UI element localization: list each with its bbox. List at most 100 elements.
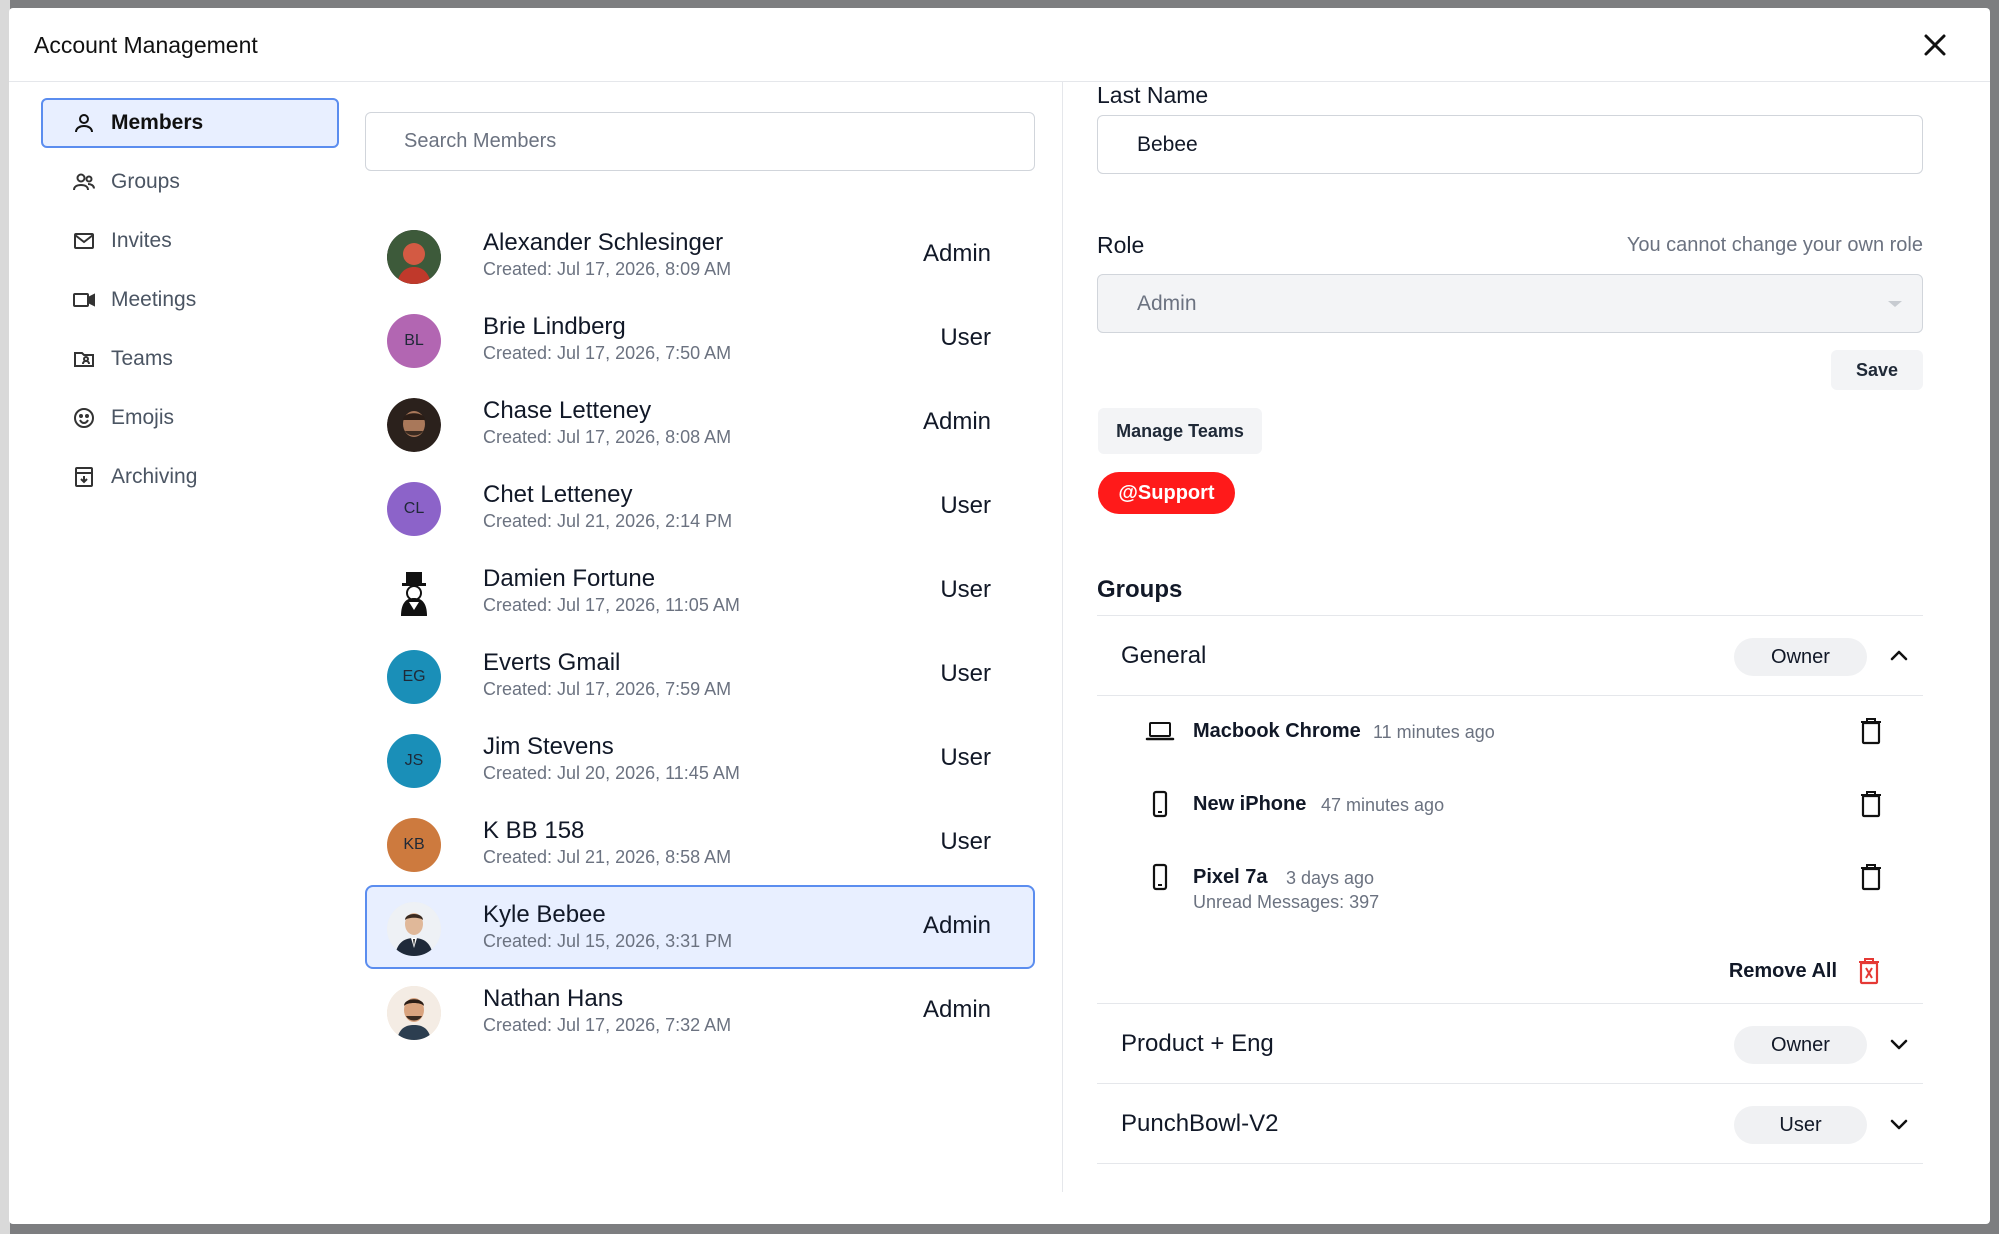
member-name: Everts Gmail: [483, 649, 621, 676]
device-item: New iPhone 47 minutes ago: [1145, 785, 1885, 829]
member-created: Created: Jul 17, 2026, 7:32 AM: [483, 1015, 732, 1035]
member-row[interactable]: Alexander Schlesinger Created: Jul 17, 2…: [365, 213, 1035, 297]
avatar: [387, 566, 441, 620]
member-row[interactable]: Chase Letteney Created: Jul 17, 2026, 8:…: [365, 381, 1035, 465]
panel-divider: [1062, 82, 1063, 1192]
member-row[interactable]: EG Everts Gmail Created: Jul 17, 2026, 7…: [365, 633, 1035, 717]
member-name: Brie Lindberg: [483, 313, 626, 340]
sidebar-item-label: Archiving: [111, 465, 198, 488]
chevron-up-icon[interactable]: [1887, 644, 1911, 668]
member-created: Created: Jul 20, 2026, 11:45 AM: [483, 763, 740, 783]
member-role: Admin: [922, 408, 991, 435]
trash-icon[interactable]: [1857, 862, 1885, 892]
sidebar-item-emojis[interactable]: Emojis: [41, 393, 339, 443]
sidebar-item-archiving[interactable]: Archiving: [41, 452, 339, 502]
device-name: New iPhone: [1193, 793, 1307, 815]
trash-x-icon[interactable]: [1855, 956, 1883, 986]
member-row[interactable]: CL Chet Letteney Created: Jul 21, 2026, …: [365, 465, 1035, 549]
member-detail-panel: Last Name Bebee Role You cannot change y…: [1097, 82, 1923, 1198]
envelope-icon: [71, 228, 97, 254]
group-devices-panel: Macbook Chrome 11 minutes ago New iPhone…: [1097, 696, 1923, 1004]
group-role-badge: User: [1734, 1106, 1867, 1144]
member-name: Damien Fortune: [483, 565, 656, 592]
avatar: EG: [387, 650, 441, 704]
sidebar-item-groups[interactable]: Groups: [41, 157, 339, 207]
person-icon: [71, 110, 97, 136]
avatar: CL: [387, 482, 441, 536]
role-select-value: Admin: [1137, 291, 1197, 315]
avatar-initials: JS: [404, 752, 424, 769]
member-created: Created: Jul 21, 2026, 2:14 PM: [483, 511, 733, 531]
member-created: Created: Jul 15, 2026, 3:31 PM: [483, 931, 733, 951]
avatar-initials: BL: [404, 332, 424, 349]
device-item: Macbook Chrome 11 minutes ago: [1145, 712, 1885, 756]
group-role-badge: Owner: [1734, 638, 1867, 676]
last-name-label: Last Name: [1097, 82, 1209, 108]
avatar: [387, 398, 441, 452]
member-name: Nathan Hans: [483, 985, 624, 1012]
member-row[interactable]: Nathan Hans Created: Jul 17, 2026, 7:32 …: [365, 969, 1035, 1053]
manage-teams-button[interactable]: Manage Teams: [1098, 408, 1262, 454]
close-icon[interactable]: [1920, 30, 1950, 60]
group-row-general[interactable]: General Owner: [1097, 616, 1923, 696]
role-hint: You cannot change your own role: [1626, 234, 1923, 256]
member-row[interactable]: KB K BB 158 Created: Jul 21, 2026, 8:58 …: [365, 801, 1035, 885]
group-row-punchbowl[interactable]: PunchBowl-V2 User: [1097, 1084, 1923, 1164]
remove-all-button[interactable]: Remove All: [1729, 960, 1837, 983]
archive-box-icon: [71, 464, 97, 490]
group-name: Product + Eng: [1121, 1030, 1274, 1057]
member-name: Chase Letteney: [483, 397, 652, 424]
sidebar-item-label: Members: [111, 111, 204, 134]
device-unread-count: Unread Messages: 397: [1193, 892, 1380, 912]
device-last-seen: 47 minutes ago: [1321, 795, 1445, 815]
member-name: Kyle Bebee: [483, 901, 606, 928]
member-role: User: [940, 660, 991, 687]
sidebar-item-meetings[interactable]: Meetings: [41, 275, 339, 325]
member-role: Admin: [922, 996, 991, 1023]
chevron-down-icon[interactable]: [1887, 1032, 1911, 1056]
trash-icon[interactable]: [1857, 716, 1885, 746]
member-role: User: [940, 492, 991, 519]
last-name-field[interactable]: Bebee: [1097, 115, 1923, 174]
member-created: Created: Jul 21, 2026, 8:58 AM: [483, 847, 732, 867]
member-name: Chet Letteney: [483, 481, 633, 508]
chevron-down-icon: [1888, 301, 1902, 307]
team-card-icon: [71, 346, 97, 372]
member-name: Jim Stevens: [483, 733, 614, 760]
group-name: PunchBowl-V2: [1121, 1110, 1279, 1137]
account-management-dialog: Account Management Members Groups Invite…: [9, 8, 1990, 1224]
laptop-icon: [1145, 722, 1175, 741]
sidebar-item-members[interactable]: Members: [41, 98, 339, 148]
member-role: Admin: [922, 240, 991, 267]
search-members-input[interactable]: [365, 112, 1035, 171]
member-row[interactable]: JS Jim Stevens Created: Jul 20, 2026, 11…: [365, 717, 1035, 801]
device-last-seen: 11 minutes ago: [1373, 722, 1495, 742]
chevron-down-icon[interactable]: [1887, 1112, 1911, 1136]
group-row-product-eng[interactable]: Product + Eng Owner: [1097, 1004, 1923, 1084]
team-tag-support[interactable]: @Support: [1098, 472, 1235, 514]
member-row[interactable]: Damien Fortune Created: Jul 17, 2026, 11…: [365, 549, 1035, 633]
member-role: User: [940, 828, 991, 855]
trash-icon[interactable]: [1857, 789, 1885, 819]
phone-icon: [1152, 863, 1168, 891]
member-created: Created: Jul 17, 2026, 7:50 AM: [483, 343, 732, 363]
member-role: Admin: [922, 912, 991, 939]
member-created: Created: Jul 17, 2026, 7:59 AM: [483, 679, 732, 699]
member-row[interactable]: BL Brie Lindberg Created: Jul 17, 2026, …: [365, 297, 1035, 381]
avatar: [387, 986, 441, 1040]
device-name: Macbook Chrome: [1193, 720, 1361, 742]
device-last-seen: 3 days ago: [1286, 868, 1375, 888]
sidebar-item-teams[interactable]: Teams: [41, 334, 339, 384]
smiley-icon: [71, 405, 97, 431]
sidebar-nav: Members Groups Invites Meetings Teams Em…: [41, 98, 339, 511]
avatar: BL: [387, 314, 441, 368]
member-name: Alexander Schlesinger: [483, 229, 724, 256]
save-button[interactable]: Save: [1831, 350, 1923, 390]
member-row-selected[interactable]: Kyle Bebee Created: Jul 15, 2026, 3:31 P…: [365, 885, 1035, 969]
dialog-header: Account Management: [9, 8, 1990, 82]
sidebar-item-invites[interactable]: Invites: [41, 216, 339, 266]
dialog-title: Account Management: [34, 32, 258, 58]
last-name-value: Bebee: [1137, 132, 1198, 156]
member-role: User: [940, 744, 991, 771]
device-item: Pixel 7a 3 days ago Unread Messages: 397: [1145, 858, 1885, 918]
